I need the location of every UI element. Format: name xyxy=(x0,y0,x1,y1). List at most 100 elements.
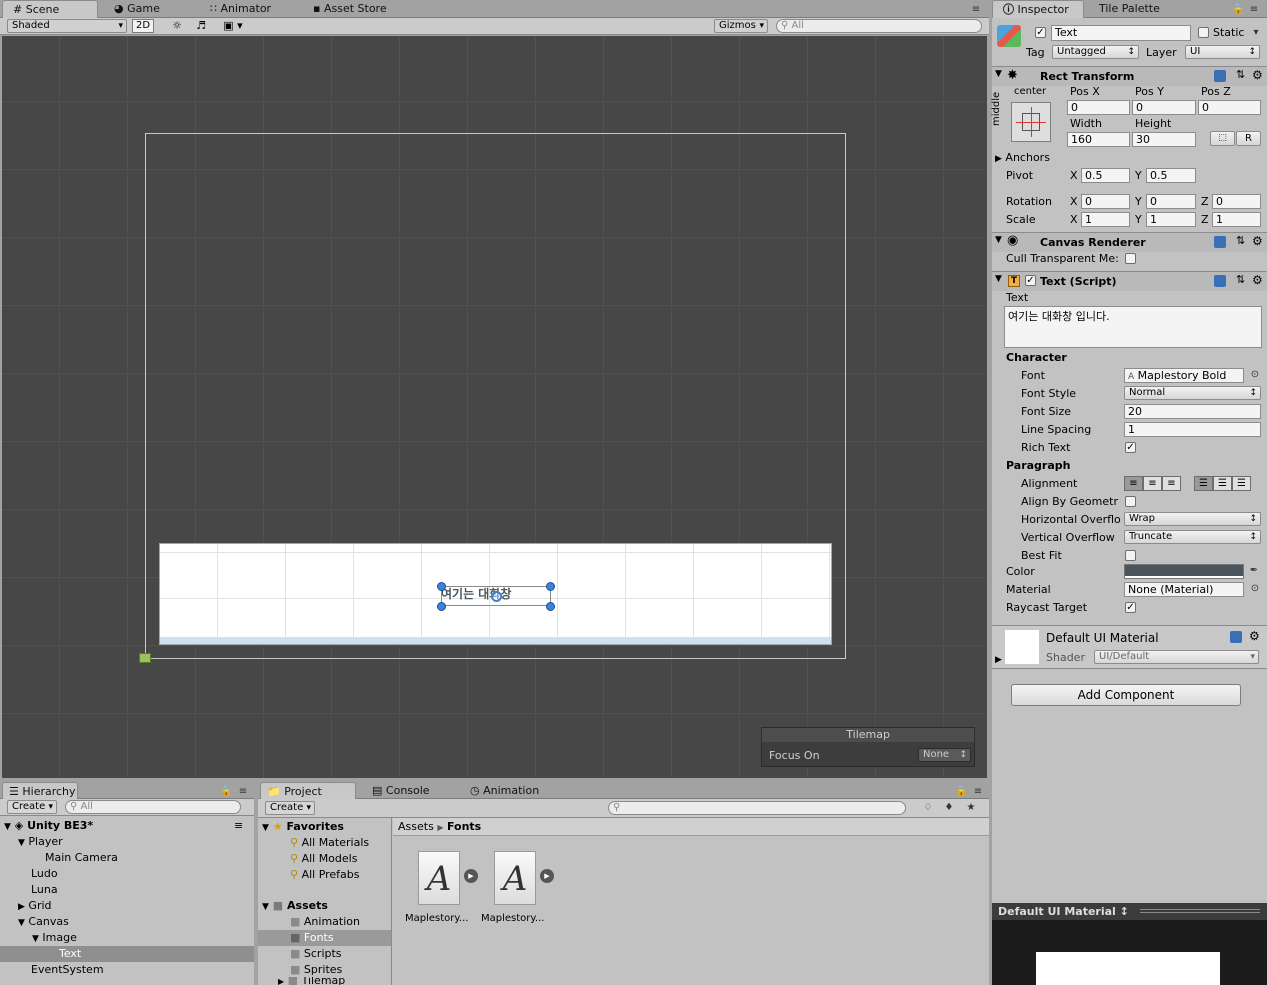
vertical-overflow-dropdown[interactable]: Truncate xyxy=(1124,530,1261,544)
active-checkbox[interactable]: ✓ xyxy=(1035,27,1046,38)
static-dropdown-icon[interactable]: ▾ xyxy=(1250,27,1262,39)
lock-icon[interactable]: 🔒 xyxy=(220,786,232,798)
height-field[interactable]: 30 xyxy=(1132,132,1196,147)
shader-dropdown[interactable]: UI/Default xyxy=(1094,650,1259,664)
font-asset-tile[interactable]: A ▶ Maplestory... xyxy=(405,848,478,928)
preset-icon[interactable]: ⇅ xyxy=(1236,273,1245,286)
folder-animation[interactable]: ■ Animation xyxy=(290,914,360,930)
width-field[interactable]: 160 xyxy=(1067,132,1130,147)
horizontal-overflow-dropdown[interactable]: Wrap xyxy=(1124,512,1261,526)
anchors-foldout[interactable]: ▶ Anchors xyxy=(995,151,1050,164)
foldout-arrow-icon[interactable]: ▼ xyxy=(995,69,1002,79)
preset-icon[interactable]: ⇅ xyxy=(1236,68,1245,81)
align-top-button[interactable]: ☰ xyxy=(1194,476,1213,491)
help-icon[interactable] xyxy=(1230,631,1242,643)
canvas-renderer-header[interactable]: ▼ ◉ Canvas Renderer ⇅ ⚙ xyxy=(992,232,1267,252)
lock-icon[interactable]: 🔒 xyxy=(955,786,967,798)
hierarchy-item-grid[interactable]: ▶ Grid xyxy=(18,898,52,914)
anchor-presets-button[interactable] xyxy=(1011,102,1051,142)
align-middle-button[interactable]: ☰ xyxy=(1213,476,1232,491)
focus-on-dropdown[interactable]: None xyxy=(918,748,971,762)
hierarchy-item-canvas[interactable]: ▼ Canvas xyxy=(18,914,69,930)
play-expand-icon[interactable]: ▶ xyxy=(464,869,478,883)
best-fit-checkbox[interactable] xyxy=(1125,550,1136,561)
pivot-icon[interactable] xyxy=(491,591,502,602)
folder-sprites[interactable]: ■ Sprites xyxy=(290,962,342,978)
blueprint-mode-button[interactable]: ⬚ xyxy=(1210,131,1235,146)
filter-label-icon[interactable]: ♦ xyxy=(943,802,955,814)
text-enabled-checkbox[interactable]: ✓ xyxy=(1025,275,1036,286)
folder-tilemap[interactable]: ▶ ■ Tilemap xyxy=(278,977,345,985)
lock-icon[interactable]: 🔒 xyxy=(1232,4,1244,16)
favorite-star-icon[interactable]: ★ xyxy=(965,802,977,814)
hierarchy-item-text[interactable]: Text xyxy=(59,946,81,962)
dialog-image[interactable]: 여기는 대화창 xyxy=(159,543,832,645)
tab-game[interactable]: ◕ Game xyxy=(104,0,170,18)
hierarchy-selected-row[interactable] xyxy=(0,946,254,962)
project-create-dropdown[interactable]: Create xyxy=(265,801,315,815)
eyedropper-icon[interactable]: ✒ xyxy=(1248,565,1260,577)
rot-x-field[interactable]: 0 xyxy=(1081,194,1130,209)
help-icon[interactable] xyxy=(1214,70,1226,82)
panel-menu-icon[interactable]: ≡ xyxy=(972,786,984,798)
static-checkbox[interactable] xyxy=(1198,27,1209,38)
align-bottom-button[interactable]: ☰ xyxy=(1232,476,1251,491)
fav-all-models[interactable]: ⚲ All Models xyxy=(290,851,357,867)
panel-menu-icon[interactable]: ≡ xyxy=(970,4,982,16)
favorites-row[interactable]: ▼ ★ Favorites xyxy=(262,819,344,835)
audio-icon[interactable]: ♬ xyxy=(192,19,210,33)
hierarchy-create-dropdown[interactable]: Create xyxy=(7,800,57,814)
scale-z-field[interactable]: 1 xyxy=(1212,212,1261,227)
project-search-field[interactable]: ⚲ xyxy=(608,801,906,815)
cull-transparent-checkbox[interactable] xyxy=(1125,253,1136,264)
panel-menu-icon[interactable]: ≡ xyxy=(237,786,249,798)
object-picker-icon[interactable]: ⊙ xyxy=(1249,583,1261,595)
assets-row[interactable]: ▼ ■ Assets xyxy=(262,898,328,914)
preset-icon[interactable]: ⇅ xyxy=(1236,234,1245,247)
rot-y-field[interactable]: 0 xyxy=(1146,194,1196,209)
scale-y-field[interactable]: 1 xyxy=(1146,212,1196,227)
2d-toggle[interactable]: 2D xyxy=(132,19,154,33)
text-content-area[interactable]: 여기는 대화창 입니다. xyxy=(1004,306,1262,348)
rot-z-field[interactable]: 0 xyxy=(1212,194,1261,209)
font-field[interactable]: A Maplestory Bold xyxy=(1124,368,1244,383)
rect-transform-header[interactable]: ▼ ✸ Rect Transform ⇅ ⚙ xyxy=(992,66,1267,86)
help-icon[interactable] xyxy=(1214,236,1226,248)
tag-dropdown[interactable]: Untagged xyxy=(1052,45,1139,59)
rect-handle-br[interactable] xyxy=(546,602,555,611)
font-style-dropdown[interactable]: Normal xyxy=(1124,386,1261,400)
play-expand-icon[interactable]: ▶ xyxy=(540,869,554,883)
font-size-field[interactable]: 20 xyxy=(1124,404,1261,419)
hierarchy-search-field[interactable]: ⚲ All xyxy=(65,800,241,814)
pos-z-field[interactable]: 0 xyxy=(1198,100,1261,115)
material-field[interactable]: None (Material) xyxy=(1124,582,1244,597)
line-spacing-field[interactable]: 1 xyxy=(1124,422,1261,437)
breadcrumb-assets[interactable]: Assets xyxy=(398,820,434,833)
color-swatch[interactable] xyxy=(1124,564,1244,579)
align-center-button[interactable]: ≡ xyxy=(1143,476,1162,491)
rich-text-checkbox[interactable]: ✓ xyxy=(1125,442,1136,453)
hierarchy-item-ludo[interactable]: Ludo xyxy=(31,866,58,882)
shading-mode-dropdown[interactable]: Shaded xyxy=(7,19,127,33)
align-left-button[interactable]: ≡ xyxy=(1124,476,1143,491)
scale-x-field[interactable]: 1 xyxy=(1081,212,1130,227)
pivot-x-field[interactable]: 0.5 xyxy=(1081,168,1130,183)
lighting-icon[interactable]: ☼ xyxy=(168,19,186,33)
align-right-button[interactable]: ≡ xyxy=(1162,476,1181,491)
tab-hierarchy[interactable]: ☰ Hierarchy xyxy=(2,782,78,799)
tab-animator[interactable]: ∷ Animator xyxy=(200,0,281,18)
tab-asset-store[interactable]: ▪ Asset Store xyxy=(303,0,397,18)
tab-animation[interactable]: ◷ Animation xyxy=(460,782,549,799)
tab-inspector[interactable]: ⓘ Inspector xyxy=(992,0,1084,18)
rect-handle-tr[interactable] xyxy=(546,582,555,591)
fav-all-materials[interactable]: ⚲ All Materials xyxy=(290,835,369,851)
settings-gear-icon[interactable]: ⚙ xyxy=(1252,273,1263,287)
foldout-arrow-icon[interactable]: ▼ xyxy=(995,235,1002,245)
scene-root-row[interactable]: ▼ ◈ Unity BE3* ≡ xyxy=(4,818,254,834)
pivot-y-field[interactable]: 0.5 xyxy=(1146,168,1196,183)
effects-icon[interactable]: ▣ ▾ xyxy=(219,19,247,33)
raycast-target-checkbox[interactable]: ✓ xyxy=(1125,602,1136,613)
hierarchy-item-player[interactable]: ▼ Player xyxy=(18,834,63,850)
panel-menu-icon[interactable]: ≡ xyxy=(1248,4,1260,16)
hierarchy-item-main-camera[interactable]: Main Camera xyxy=(45,850,118,866)
